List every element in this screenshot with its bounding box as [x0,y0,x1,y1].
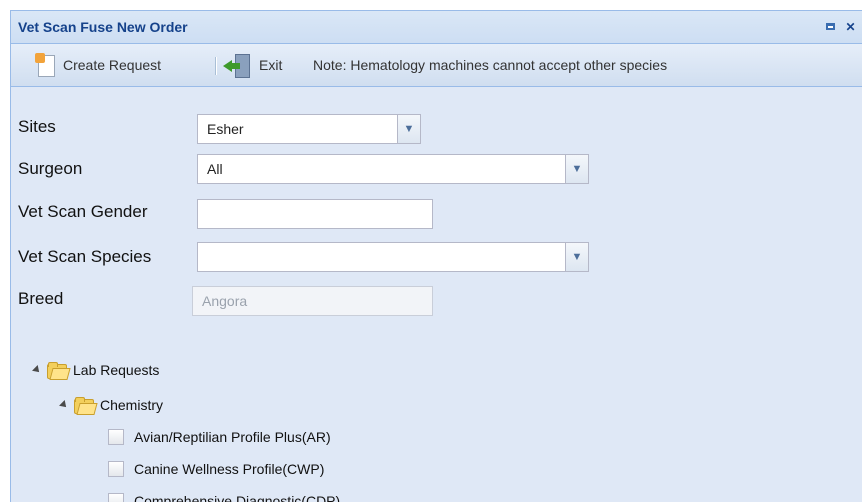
chevron-down-icon[interactable]: ▼ [565,242,589,272]
species-row: Vet Scan Species ▼ [11,242,862,272]
exit-icon [223,52,251,78]
sites-row: Sites Esher ▼ [11,114,862,144]
surgeon-select[interactable]: All ▼ [197,154,589,184]
breed-input[interactable]: Angora [192,286,433,316]
checkbox[interactable] [108,461,124,477]
expand-icon[interactable] [32,365,42,375]
chevron-down-icon[interactable]: ▼ [565,154,589,184]
chemistry-label: Chemistry [100,397,164,413]
close-icon: ✕ [845,19,856,34]
window-title: Vet Scan Fuse New Order [18,19,188,35]
breed-row: Breed Angora [11,286,862,316]
breed-value: Angora [202,293,248,309]
surgeon-label: Surgeon [18,159,83,178]
maximize-icon [826,23,835,30]
sites-label: Sites [18,117,56,136]
window-toolbar: Create Request Exit Note: Hematology mac… [11,44,862,87]
gender-input[interactable] [197,199,433,229]
create-request-label: Create Request [63,57,162,73]
lab-requests-label: Lab Requests [73,362,160,378]
tree-node-lab-requests[interactable]: Lab Requests [32,359,160,381]
exit-label: Exit [259,57,283,73]
folder-icon [47,362,71,380]
maximize-button[interactable] [824,20,837,33]
exit-button[interactable]: Exit [223,52,283,78]
close-button[interactable]: ✕ [844,19,857,34]
test-label: Avian/Reptilian Profile Plus(AR) [134,429,331,445]
species-select[interactable]: ▼ [197,242,589,272]
folder-icon [74,397,98,415]
toolbar-separator [215,57,217,75]
surgeon-value: All [207,161,223,177]
expand-icon[interactable] [59,400,69,410]
toolbar-note: Note: Hematology machines cannot accept … [313,54,667,76]
create-request-button[interactable]: Create Request [35,53,162,77]
sites-value: Esher [207,121,244,137]
chevron-down-icon[interactable]: ▼ [397,114,421,144]
breed-label: Breed [18,289,64,308]
test-label: Canine Wellness Profile(CWP) [134,461,325,477]
new-order-window: Vet Scan Fuse New Order ✕ Create Request… [10,10,862,502]
tree-leaf-avian-reptilian[interactable]: Avian/Reptilian Profile Plus(AR) [108,426,331,448]
gender-label: Vet Scan Gender [18,202,148,221]
tree-node-chemistry[interactable]: Chemistry [59,394,164,416]
surgeon-row: Surgeon All ▼ [11,154,862,184]
gender-row: Vet Scan Gender [11,199,862,229]
window-titlebar: Vet Scan Fuse New Order ✕ [11,11,862,44]
note-text: Note: Hematology machines cannot accept … [313,57,668,73]
sites-select[interactable]: Esher ▼ [197,114,421,144]
species-label: Vet Scan Species [18,247,152,266]
tree-leaf-canine-wellness[interactable]: Canine Wellness Profile(CWP) [108,458,324,480]
checkbox[interactable] [108,429,124,445]
document-icon [35,53,55,77]
tree-leaf-comprehensive-diagnostic[interactable]: Comprehensive Diagnostic(CDP) [108,490,340,502]
